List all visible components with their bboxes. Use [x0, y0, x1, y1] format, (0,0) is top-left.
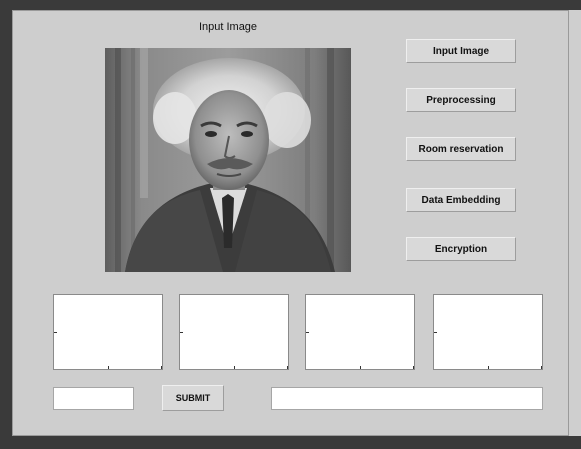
window-edge — [569, 10, 581, 436]
input-edit-field[interactable] — [53, 387, 134, 410]
data-embedding-button[interactable]: Data Embedding — [406, 188, 516, 212]
room-reservation-button[interactable]: Room reservation — [406, 137, 516, 161]
axis-tick — [413, 366, 414, 369]
output-axes-2 — [179, 294, 289, 370]
input-image-display — [105, 48, 351, 272]
portrait-image — [105, 48, 351, 272]
axis-tick — [54, 332, 57, 333]
result-edit-field[interactable] — [271, 387, 543, 410]
encryption-button[interactable]: Encryption — [406, 237, 516, 261]
axis-tick — [234, 366, 235, 369]
axis-tick — [180, 332, 183, 333]
input-image-button[interactable]: Input Image — [406, 39, 516, 63]
axis-tick — [488, 366, 489, 369]
axis-tick — [287, 366, 288, 369]
figure-panel: Input Image Input Image Preprocessing Ro… — [12, 10, 569, 436]
axis-tick — [306, 332, 309, 333]
output-axes-4 — [433, 294, 543, 370]
axis-tick — [161, 366, 162, 369]
submit-button[interactable]: SUBMIT — [162, 385, 224, 411]
axis-tick — [541, 366, 542, 369]
axis-tick — [434, 332, 437, 333]
axis-tick — [108, 366, 109, 369]
output-axes-3 — [305, 294, 415, 370]
output-axes-1 — [53, 294, 163, 370]
preprocessing-button[interactable]: Preprocessing — [406, 88, 516, 112]
axis-tick — [360, 366, 361, 369]
input-image-title: Input Image — [198, 21, 258, 33]
